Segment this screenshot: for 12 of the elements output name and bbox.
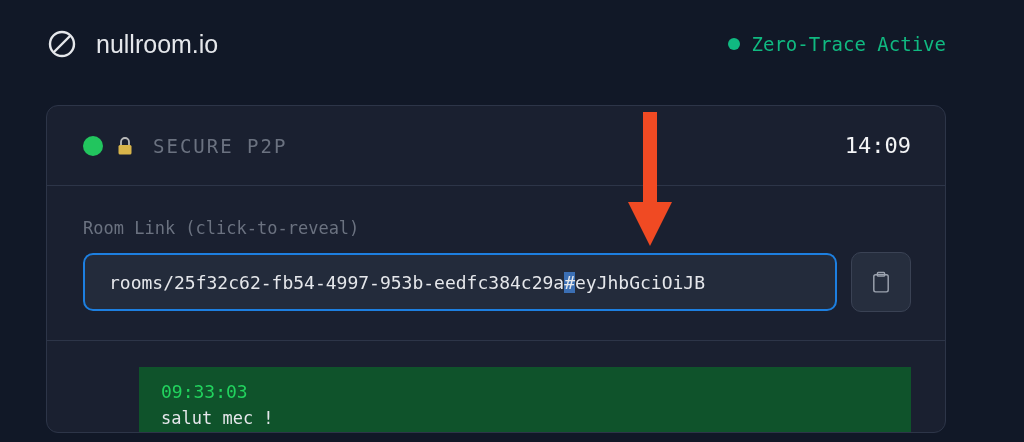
copy-button[interactable] xyxy=(851,252,911,312)
message-text: salut mec ! xyxy=(161,408,275,428)
lock-icon xyxy=(117,136,133,155)
brand-name: nullroom.io xyxy=(96,29,219,59)
message-time: 09:33:03 xyxy=(161,381,249,402)
room-link-label: Room Link (click-to-reveal) xyxy=(83,218,361,238)
down-arrow-icon xyxy=(628,112,672,246)
status-label: Zero-Trace Active xyxy=(751,33,946,55)
clock-time: 14:09 xyxy=(844,133,911,158)
prohibited-icon xyxy=(48,30,76,58)
clipboard-icon xyxy=(872,271,890,293)
connection-label: SECURE P2P xyxy=(153,134,288,157)
